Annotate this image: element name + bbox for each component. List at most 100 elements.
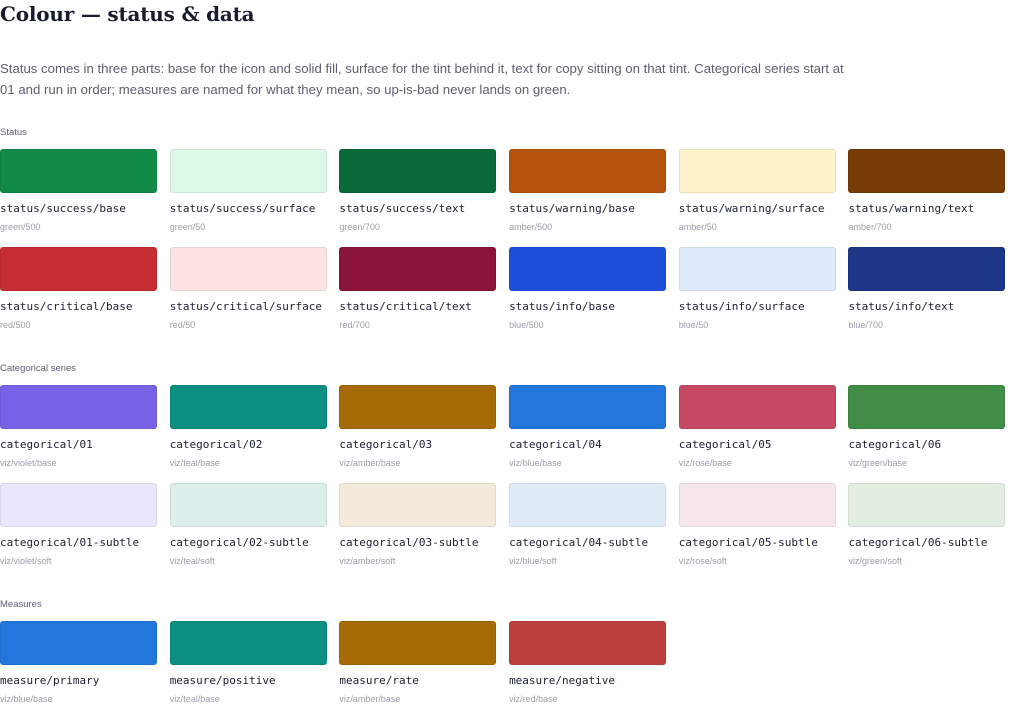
- color-token-card: measure/rate viz/amber/base: [339, 621, 509, 719]
- token-alias: viz/amber/base: [339, 694, 401, 704]
- color-swatch: [339, 621, 497, 665]
- token-name: status/warning/text: [848, 202, 975, 215]
- token-name: status/critical/surface: [169, 300, 323, 313]
- color-token-card: categorical/04 viz/blue/base: [509, 385, 679, 483]
- token-name: categorical/02: [169, 438, 263, 451]
- color-swatch: [339, 385, 497, 429]
- token-alias: amber/50: [678, 222, 717, 232]
- token-name: measure/positive: [169, 674, 276, 687]
- token-name: status/info/base: [509, 300, 616, 313]
- token-alias: viz/green/soft: [848, 556, 902, 566]
- color-swatch: [509, 483, 667, 527]
- token-name: status/success/base: [0, 202, 126, 215]
- color-swatch: [0, 149, 157, 193]
- color-swatch: [339, 483, 497, 527]
- token-alias: blue/700: [848, 320, 883, 330]
- color-token-card: measure/negative viz/red/base: [509, 621, 679, 719]
- token-alias: blue/50: [678, 320, 709, 330]
- token-name: status/success/surface: [169, 202, 316, 215]
- color-token-card: status/success/base green/500: [0, 149, 170, 247]
- color-swatch: [0, 247, 157, 291]
- token-name: status/warning/surface: [678, 202, 825, 215]
- color-swatch: [509, 247, 667, 291]
- token-name: status/info/text: [848, 300, 955, 313]
- color-token-card: categorical/02 viz/teal/base: [169, 385, 340, 483]
- color-token-card: status/warning/text amber/700: [848, 149, 1018, 247]
- color-token-card: categorical/01-subtle viz/violet/soft: [0, 483, 170, 581]
- token-name: status/success/text: [339, 202, 466, 215]
- token-alias: viz/blue/base: [0, 694, 53, 704]
- color-token-card: status/critical/text red/700: [339, 247, 509, 345]
- token-alias: red/50: [169, 320, 196, 330]
- color-swatch: [678, 483, 836, 527]
- token-alias: viz/teal/soft: [169, 556, 215, 566]
- swatch-row: categorical/01 viz/violet/base categorical…: [0, 385, 1018, 483]
- token-name: categorical/05: [678, 438, 772, 451]
- color-token-card: categorical/03-subtle viz/amber/soft: [339, 483, 509, 581]
- color-token-card: status/critical/base red/500: [0, 247, 170, 345]
- measures-swatch-grid: measure/primary viz/blue/base measure/posi…: [0, 621, 679, 719]
- token-name: categorical/01: [0, 438, 93, 451]
- color-swatch: [678, 247, 836, 291]
- section-label-categorical: Categorical series: [0, 363, 77, 374]
- color-swatch: [0, 483, 157, 527]
- token-name: measure/primary: [0, 674, 100, 687]
- status-swatch-grid: status/success/base green/500 status/succe…: [0, 149, 1018, 345]
- section-label-status: Status: [0, 127, 27, 138]
- token-alias: viz/green/base: [848, 458, 907, 468]
- page-title: Colour — status & data: [0, 2, 255, 26]
- color-token-card: categorical/01 viz/violet/base: [0, 385, 170, 483]
- color-token-card: status/success/text green/700: [339, 149, 509, 247]
- color-token-card: status/critical/surface red/50: [169, 247, 340, 345]
- intro-paragraph: Status comes in three parts: base for th…: [0, 61, 844, 97]
- token-alias: amber/700: [848, 222, 892, 232]
- color-swatch: [848, 149, 1006, 193]
- color-token-card: measure/primary viz/blue/base: [0, 621, 170, 719]
- page: Colour — status & data Status comes in t…: [0, 0, 1024, 708]
- token-alias: blue/500: [509, 320, 544, 330]
- token-name: status/warning/base: [509, 202, 635, 215]
- token-name: categorical/02-subtle: [169, 536, 309, 549]
- color-swatch: [0, 621, 157, 665]
- color-swatch: [678, 149, 836, 193]
- token-alias: red/700: [339, 320, 370, 330]
- token-name: categorical/03: [339, 438, 433, 451]
- color-swatch: [0, 385, 157, 429]
- token-name: status/critical/text: [339, 300, 472, 313]
- token-alias: viz/amber/base: [339, 458, 401, 468]
- color-swatch: [169, 247, 327, 291]
- color-token-card: categorical/05 viz/rose/base: [678, 385, 849, 483]
- token-name: status/critical/base: [0, 300, 133, 313]
- color-token-card: status/info/base blue/500: [509, 247, 679, 345]
- token-alias: red/500: [0, 320, 31, 330]
- token-name: categorical/01-subtle: [0, 536, 140, 549]
- color-swatch: [169, 621, 327, 665]
- color-swatch: [678, 385, 836, 429]
- token-name: measure/negative: [509, 674, 616, 687]
- color-token-card: status/warning/surface amber/50: [678, 149, 849, 247]
- color-token-card: status/info/surface blue/50: [678, 247, 849, 345]
- token-alias: viz/violet/soft: [0, 556, 52, 566]
- section-label-measures: Measures: [0, 599, 42, 610]
- color-token-card: categorical/03 viz/amber/base: [339, 385, 509, 483]
- token-name: categorical/05-subtle: [678, 536, 818, 549]
- token-alias: viz/red/base: [509, 694, 558, 704]
- color-token-card: status/warning/base amber/500: [509, 149, 679, 247]
- color-token-card: categorical/06-subtle viz/green/soft: [848, 483, 1018, 581]
- swatch-row: status/success/base green/500 status/succe…: [0, 149, 1018, 247]
- token-name: status/info/surface: [678, 300, 805, 313]
- token-alias: amber/500: [509, 222, 553, 232]
- color-swatch: [169, 483, 327, 527]
- color-swatch: [509, 385, 667, 429]
- swatch-row: status/critical/base red/500 status/critic…: [0, 247, 1018, 345]
- color-token-card: categorical/06 viz/green/base: [848, 385, 1018, 483]
- token-alias: viz/blue/base: [509, 458, 562, 468]
- color-swatch: [169, 385, 327, 429]
- categorical-swatch-grid: categorical/01 viz/violet/base categorical…: [0, 385, 1018, 581]
- color-token-card: status/info/text blue/700: [848, 247, 1018, 345]
- token-name: categorical/03-subtle: [339, 536, 479, 549]
- token-alias: viz/blue/soft: [509, 556, 557, 566]
- color-swatch: [848, 483, 1006, 527]
- token-name: categorical/04-subtle: [509, 536, 649, 549]
- color-swatch: [339, 149, 497, 193]
